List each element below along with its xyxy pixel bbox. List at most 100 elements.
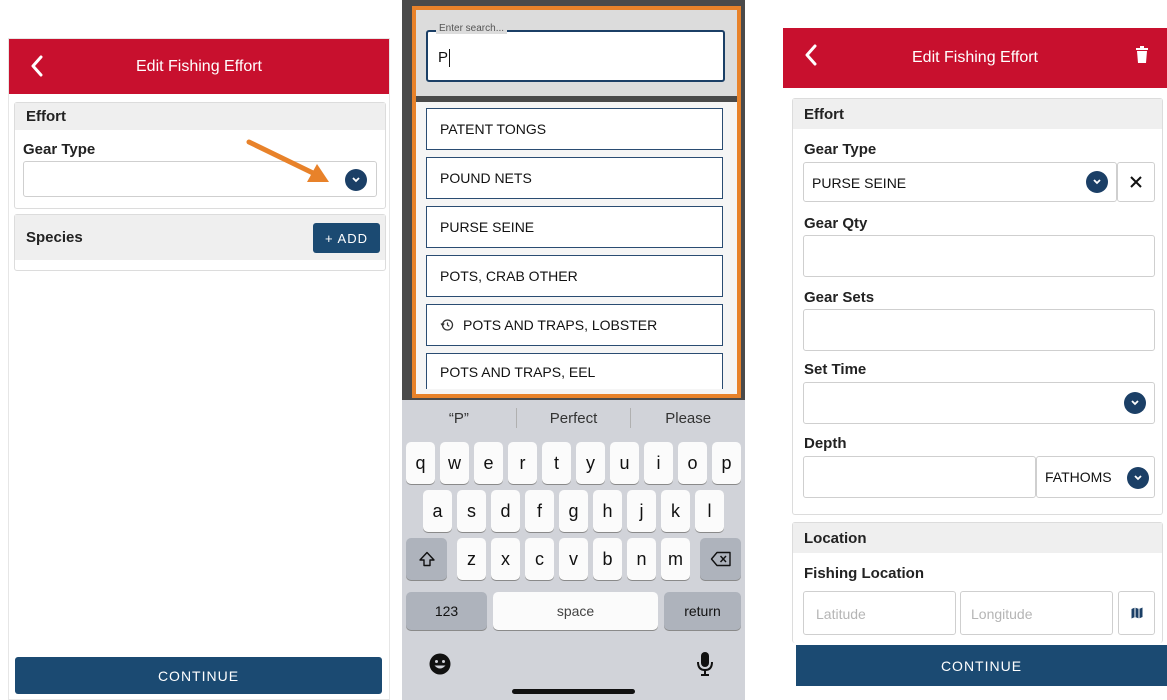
key[interactable]: i bbox=[644, 442, 673, 484]
key[interactable]: d bbox=[491, 490, 520, 532]
search-input[interactable]: Enter search... P bbox=[426, 23, 725, 82]
map-button[interactable] bbox=[1118, 591, 1155, 635]
key[interactable]: t bbox=[542, 442, 571, 484]
option-item[interactable]: POUND NETS bbox=[426, 157, 723, 199]
option-label: PURSE SEINE bbox=[440, 219, 535, 235]
suggestion-item[interactable]: Perfect bbox=[517, 410, 631, 427]
continue-button[interactable]: CONTINUE bbox=[15, 657, 382, 694]
effort-card: Effort Gear Type PURSE SEINE Gear Qty Ge… bbox=[792, 98, 1163, 515]
shift-key[interactable] bbox=[406, 538, 447, 580]
key[interactable]: o bbox=[678, 442, 707, 484]
suggestion-item[interactable]: Please bbox=[631, 410, 745, 427]
key[interactable]: z bbox=[457, 538, 486, 580]
key[interactable]: r bbox=[508, 442, 537, 484]
key[interactable]: c bbox=[525, 538, 554, 580]
left-screen: Edit Fishing Effort Effort Gear Type Spe… bbox=[8, 38, 390, 700]
option-item[interactable]: POTS, CRAB OTHER bbox=[426, 255, 723, 297]
location-title: Location bbox=[793, 523, 1162, 553]
option-item[interactable]: PATENT TONGS bbox=[426, 108, 723, 150]
latitude-placeholder: Latitude bbox=[816, 606, 866, 622]
species-card: Species + ADD bbox=[14, 214, 386, 271]
map-icon bbox=[1131, 607, 1142, 619]
right-screen: Edit Fishing Effort Effort Gear Type PUR… bbox=[783, 28, 1167, 700]
key[interactable]: l bbox=[695, 490, 724, 532]
longitude-field[interactable]: Longitude bbox=[960, 591, 1113, 635]
header-title: Edit Fishing Effort bbox=[136, 57, 262, 75]
option-item[interactable]: PURSE SEINE bbox=[426, 206, 723, 248]
suggestion-item[interactable]: “P” bbox=[402, 410, 516, 427]
back-icon[interactable] bbox=[23, 51, 51, 81]
search-highlight-frame: Enter search... P PATENT TONGS POUND NET… bbox=[412, 6, 741, 398]
key[interactable]: m bbox=[661, 538, 690, 580]
key[interactable]: e bbox=[474, 442, 503, 484]
search-overlay: Enter search... P PATENT TONGS POUND NET… bbox=[402, 0, 745, 400]
return-key[interactable]: return bbox=[664, 592, 741, 630]
chevron-down-icon[interactable] bbox=[345, 169, 367, 191]
effort-card: Effort Gear Type bbox=[14, 102, 386, 209]
numbers-key[interactable]: 123 bbox=[406, 592, 487, 630]
effort-title: Effort bbox=[793, 99, 1162, 129]
search-value: P bbox=[438, 49, 449, 66]
set-time-select[interactable] bbox=[803, 382, 1155, 424]
key[interactable]: f bbox=[525, 490, 554, 532]
space-key[interactable]: space bbox=[493, 592, 658, 630]
search-placeholder: Enter search... bbox=[436, 23, 508, 34]
key[interactable]: p bbox=[712, 442, 741, 484]
header-title: Edit Fishing Effort bbox=[912, 49, 1038, 66]
key[interactable]: u bbox=[610, 442, 639, 484]
key[interactable]: s bbox=[457, 490, 486, 532]
option-label: PATENT TONGS bbox=[440, 121, 547, 137]
add-species-button[interactable]: + ADD bbox=[313, 223, 380, 253]
continue-button[interactable]: CONTINUE bbox=[796, 645, 1167, 686]
key[interactable]: g bbox=[559, 490, 588, 532]
gear-type-label: Gear Type bbox=[23, 141, 96, 158]
option-label: POTS, CRAB OTHER bbox=[440, 268, 578, 284]
gear-qty-field[interactable] bbox=[803, 235, 1155, 277]
close-icon bbox=[1130, 176, 1142, 188]
depth-unit-select[interactable]: FATHOMS bbox=[1036, 456, 1155, 498]
key[interactable]: y bbox=[576, 442, 605, 484]
option-label: POTS AND TRAPS, LOBSTER bbox=[463, 317, 658, 333]
pointer-arrow-icon bbox=[246, 139, 329, 182]
backspace-key[interactable] bbox=[700, 538, 741, 580]
key[interactable]: x bbox=[491, 538, 520, 580]
clear-button[interactable] bbox=[1117, 162, 1155, 202]
middle-screen: Enter search... P PATENT TONGS POUND NET… bbox=[402, 0, 745, 700]
trash-icon[interactable] bbox=[1129, 40, 1155, 70]
effort-title: Effort bbox=[15, 103, 385, 130]
emoji-icon[interactable] bbox=[428, 652, 452, 681]
key[interactable]: k bbox=[661, 490, 690, 532]
home-indicator bbox=[512, 689, 635, 694]
longitude-placeholder: Longitude bbox=[971, 606, 1033, 622]
option-label: POTS AND TRAPS, EEL bbox=[440, 363, 596, 380]
chevron-down-icon[interactable] bbox=[1127, 467, 1149, 489]
gear-sets-field[interactable] bbox=[803, 309, 1155, 351]
key[interactable]: w bbox=[440, 442, 469, 484]
divider bbox=[416, 96, 737, 102]
key[interactable]: a bbox=[423, 490, 452, 532]
back-icon[interactable] bbox=[797, 40, 825, 70]
gear-type-select[interactable]: PURSE SEINE bbox=[803, 162, 1117, 202]
key[interactable]: j bbox=[627, 490, 656, 532]
key[interactable]: v bbox=[559, 538, 588, 580]
key[interactable]: q bbox=[406, 442, 435, 484]
key[interactable]: n bbox=[627, 538, 656, 580]
gear-qty-label: Gear Qty bbox=[804, 215, 868, 232]
option-item[interactable]: POTS AND TRAPS, EEL bbox=[426, 353, 723, 389]
history-icon bbox=[440, 318, 454, 332]
gear-type-value: PURSE SEINE bbox=[812, 175, 907, 191]
set-time-label: Set Time bbox=[804, 361, 867, 378]
depth-label: Depth bbox=[804, 435, 847, 452]
microphone-icon[interactable] bbox=[695, 650, 715, 683]
key[interactable]: b bbox=[593, 538, 622, 580]
chevron-down-icon[interactable] bbox=[1124, 392, 1146, 414]
search-area: Enter search... P bbox=[416, 10, 737, 96]
option-item[interactable]: POTS AND TRAPS, LOBSTER bbox=[426, 304, 723, 346]
option-label: POUND NETS bbox=[440, 170, 532, 186]
latitude-field[interactable]: Latitude bbox=[803, 591, 956, 635]
key[interactable]: h bbox=[593, 490, 622, 532]
depth-field[interactable] bbox=[803, 456, 1036, 498]
app-header: Edit Fishing Effort bbox=[783, 28, 1167, 88]
depth-unit-value: FATHOMS bbox=[1045, 469, 1112, 485]
chevron-down-icon[interactable] bbox=[1086, 171, 1108, 193]
